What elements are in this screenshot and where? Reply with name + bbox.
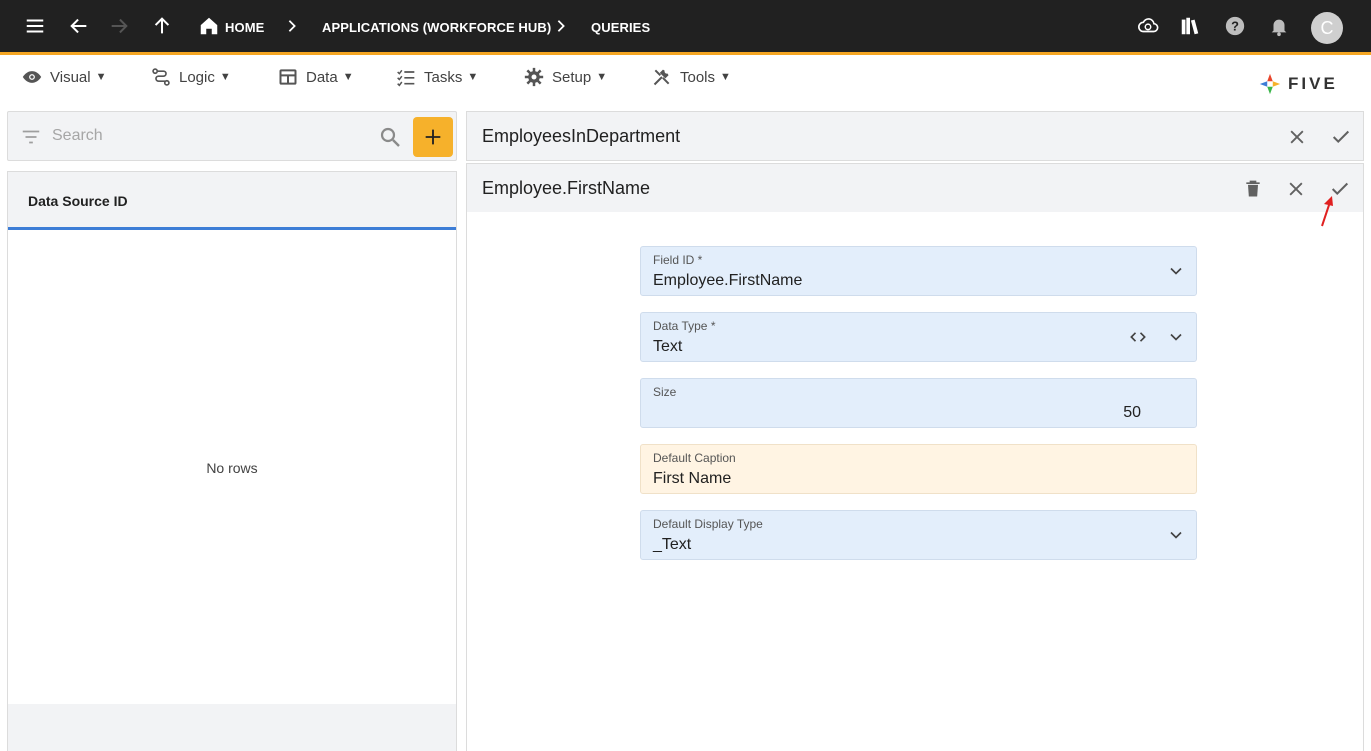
menu-visual[interactable]: Visual ▼ [22, 63, 106, 91]
menu-data-label: Data [306, 68, 338, 86]
field-id-label: Field ID * [653, 253, 703, 267]
data-type-field[interactable]: Data Type * Text [640, 312, 1197, 362]
cloud-sync-icon[interactable] [1136, 14, 1160, 38]
query-panel-header: EmployeesInDepartment [466, 111, 1364, 161]
field-id-field[interactable]: Field ID * Employee.FirstName [640, 246, 1197, 296]
data-type-label: Data Type * [653, 319, 716, 333]
logic-icon [152, 68, 170, 86]
menu-visual-label: Visual [50, 68, 91, 86]
left-panel: Search Data Source ID No rows [7, 111, 457, 751]
menu-bar: Visual ▼ Logic ▼ Data ▼ Tasks ▼ Setup ▼ Tools… [0, 55, 1371, 111]
add-button[interactable] [413, 117, 453, 157]
caret-down-icon: ▼ [720, 71, 731, 83]
caret-down-icon: ▼ [342, 71, 354, 83]
hamburger-menu-icon[interactable] [23, 14, 47, 38]
chevron-right-icon [553, 16, 569, 36]
default-caption-label: Default Caption [653, 451, 736, 465]
forward-arrow-icon[interactable] [107, 14, 131, 38]
delete-icon[interactable] [1241, 177, 1265, 201]
chevron-down-icon[interactable] [1166, 327, 1186, 347]
tools-icon [653, 69, 670, 86]
home-icon[interactable] [197, 14, 221, 38]
five-logo: FIVE [1258, 71, 1350, 97]
logo-text: FIVE [1288, 74, 1338, 93]
breadcrumb-applications[interactable]: APPLICATIONS (WORKFORCE HUB) [322, 20, 551, 35]
avatar[interactable]: C [1311, 12, 1343, 44]
close-icon[interactable] [1284, 177, 1308, 201]
help-icon[interactable]: ? [1223, 14, 1247, 38]
search-bar: Search [7, 111, 457, 161]
chevron-down-icon[interactable] [1166, 525, 1186, 545]
query-panel-title: EmployeesInDepartment [482, 126, 681, 146]
eye-icon [22, 71, 42, 83]
up-arrow-icon[interactable] [150, 14, 174, 38]
default-display-type-value: _Text [653, 536, 692, 553]
svg-text:?: ? [1231, 19, 1239, 34]
search-input[interactable]: Search [52, 127, 103, 145]
size-field[interactable]: Size 50 [640, 378, 1197, 428]
menu-tasks-label: Tasks [424, 68, 463, 86]
size-value: 50 [1123, 404, 1141, 421]
table-icon [279, 69, 297, 85]
search-icon[interactable] [378, 125, 402, 149]
default-caption-value: First Name [653, 470, 732, 487]
close-icon[interactable] [1285, 125, 1309, 149]
field-panel-header: Employee.FirstName [466, 163, 1364, 213]
list-footer [8, 704, 456, 751]
code-icon[interactable] [1128, 327, 1148, 347]
notifications-bell-icon[interactable] [1267, 14, 1291, 38]
back-arrow-icon[interactable] [67, 14, 91, 38]
breadcrumb-queries[interactable]: QUERIES [591, 20, 650, 35]
column-header-data-source-id[interactable]: Data Source ID [28, 193, 128, 209]
list-header: Data Source ID [8, 172, 456, 230]
filter-icon[interactable] [20, 126, 42, 148]
library-books-icon[interactable] [1178, 14, 1202, 38]
field-panel-title: Employee.FirstName [482, 178, 651, 198]
size-label: Size [653, 385, 677, 399]
caret-down-icon: ▼ [219, 71, 231, 83]
five-logo-mark-icon [1259, 73, 1281, 95]
check-icon[interactable] [1329, 125, 1353, 149]
caret-down-icon: ▼ [467, 71, 479, 83]
breadcrumb-home[interactable]: HOME [225, 20, 264, 35]
menu-logic-label: Logic [179, 68, 215, 86]
menu-data[interactable]: Data ▼ [278, 63, 354, 91]
default-display-type-field[interactable]: Default Display Type _Text [640, 510, 1197, 560]
empty-state-text: No rows [206, 460, 258, 476]
menu-tasks[interactable]: Tasks ▼ [396, 63, 478, 91]
top-bar: HOME APPLICATIONS (WORKFORCE HUB) QUERIE… [0, 0, 1371, 52]
annotation-arrow-icon [1321, 196, 1333, 227]
caret-down-icon: ▼ [95, 71, 107, 83]
menu-tools-label: Tools [680, 68, 716, 86]
menu-setup-label: Setup [552, 68, 592, 86]
data-type-value: Text [653, 338, 683, 355]
gear-icon [524, 67, 544, 87]
data-source-list: Data Source ID No rows [7, 171, 457, 751]
caret-down-icon: ▼ [596, 71, 608, 83]
menu-setup[interactable]: Setup ▼ [524, 63, 607, 91]
chevron-down-icon[interactable] [1166, 261, 1186, 281]
field-id-value: Employee.FirstName [653, 272, 803, 289]
plus-icon [425, 129, 441, 145]
chevron-right-icon [284, 16, 300, 36]
menu-tools[interactable]: Tools ▼ [652, 63, 731, 91]
default-display-type-label: Default Display Type [653, 517, 763, 531]
menu-logic[interactable]: Logic ▼ [151, 63, 231, 91]
tasks-icon [397, 69, 415, 87]
default-caption-field[interactable]: Default Caption First Name [640, 444, 1197, 494]
